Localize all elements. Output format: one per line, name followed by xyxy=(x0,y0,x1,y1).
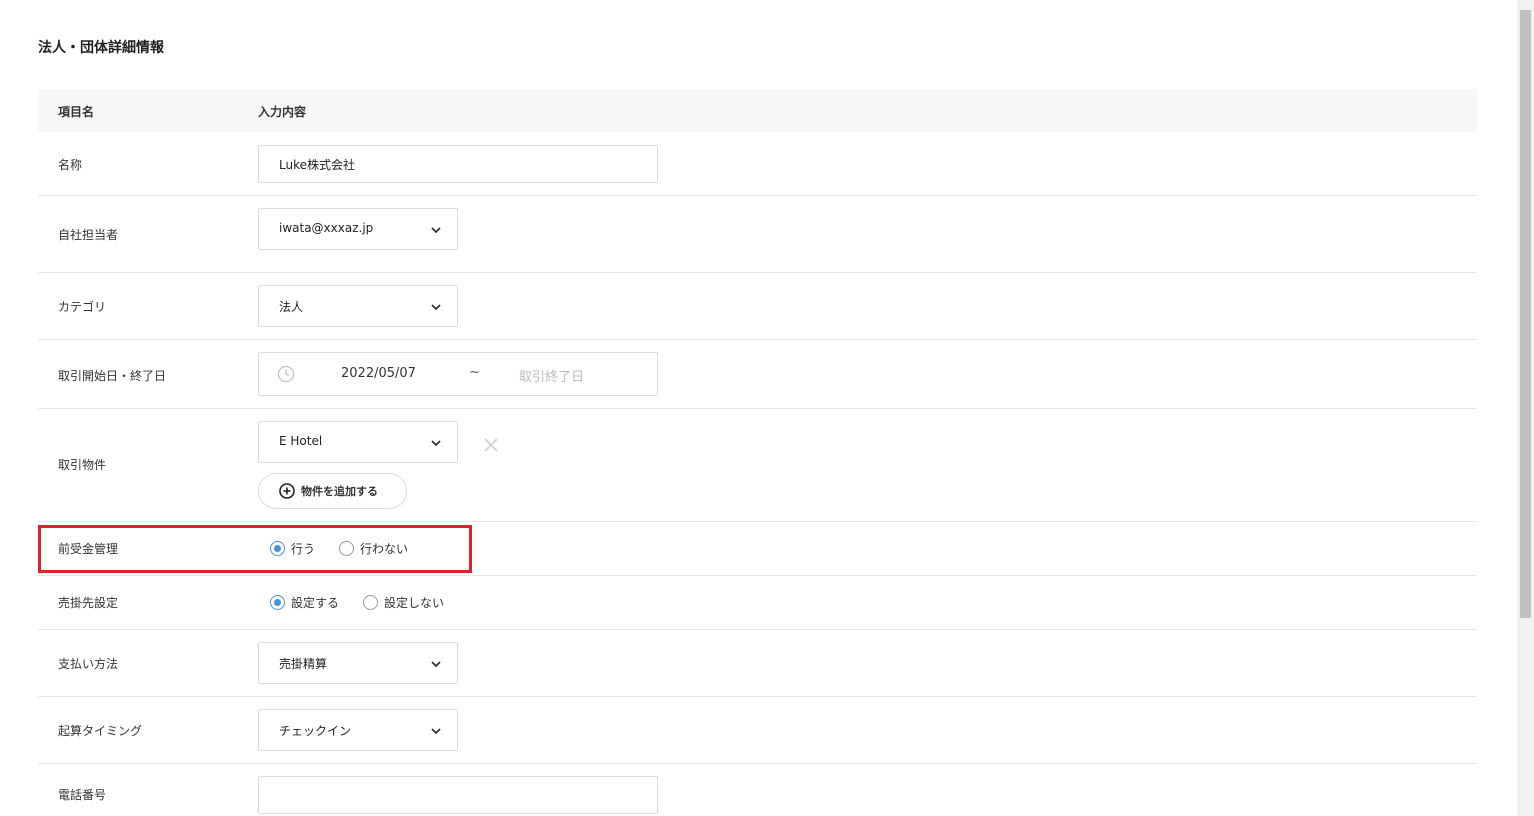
start-date-input[interactable]: 2022/05/07 xyxy=(341,366,416,381)
table-header: 項目名 入力内容 xyxy=(38,89,1477,132)
timing-value: チェックイン xyxy=(279,724,352,738)
row-timing: 起算タイミング チェックイン xyxy=(38,697,1477,764)
highlight-box xyxy=(38,525,472,573)
chevron-down-icon xyxy=(431,227,441,234)
chevron-down-icon xyxy=(431,728,441,735)
phone-label: 電話番号 xyxy=(58,788,107,802)
payment-method-value: 売掛精算 xyxy=(279,657,328,671)
name-value: Luke株式会社 xyxy=(279,158,355,172)
category-label: カテゴリ xyxy=(58,300,107,314)
end-date-input[interactable]: 取引終了日 xyxy=(519,366,584,385)
owner-label: 自社担当者 xyxy=(58,228,119,242)
chevron-down-icon xyxy=(431,304,441,311)
phone-input[interactable] xyxy=(258,776,658,814)
row-owner: 自社担当者 iwata@xxxaz.jp xyxy=(38,196,1477,273)
owner-value: iwata@xxxaz.jp xyxy=(279,221,374,235)
property-label: 取引物件 xyxy=(58,458,107,472)
scrollbar-thumb[interactable] xyxy=(1520,10,1531,618)
plus-circle-icon xyxy=(279,483,295,499)
period-label: 取引開始日・終了日 xyxy=(58,369,167,383)
property-select[interactable]: E Hotel xyxy=(258,421,458,463)
timing-select[interactable]: チェックイン xyxy=(258,709,458,751)
timing-label: 起算タイミング xyxy=(58,724,143,738)
row-receivable: 売掛先設定 設定する 設定しない xyxy=(38,576,1477,630)
property-value: E Hotel xyxy=(279,434,323,448)
chevron-down-icon xyxy=(431,440,441,447)
vertical-scrollbar[interactable] xyxy=(1517,0,1534,816)
receivable-label: 売掛先設定 xyxy=(58,596,119,610)
payment-method-select[interactable]: 売掛精算 xyxy=(258,642,458,684)
category-value: 法人 xyxy=(279,300,304,314)
row-payment-method: 支払い方法 売掛精算 xyxy=(38,630,1477,697)
row-phone: 電話番号 xyxy=(38,764,1477,816)
payment-method-label: 支払い方法 xyxy=(58,657,119,671)
row-period: 取引開始日・終了日 2022/05/07 ~ 取引終了日 xyxy=(38,340,1477,409)
owner-select[interactable]: iwata@xxxaz.jp xyxy=(258,208,458,250)
date-range-picker[interactable]: 2022/05/07 ~ 取引終了日 xyxy=(258,352,658,396)
name-input[interactable]: Luke株式会社 xyxy=(258,145,658,183)
name-label: 名称 xyxy=(58,158,83,172)
receivable-radio-group: 設定する 設定しない xyxy=(270,594,468,611)
header-input: 入力内容 xyxy=(258,105,307,119)
chevron-down-icon xyxy=(431,661,441,668)
add-property-button[interactable]: 物件を追加する xyxy=(258,473,407,509)
row-property: 取引物件 E Hotel 物件を追加する xyxy=(38,409,1477,522)
add-property-label: 物件を追加する xyxy=(301,485,378,498)
remove-property-icon[interactable] xyxy=(483,437,499,453)
clock-icon xyxy=(277,365,295,383)
row-category: カテゴリ 法人 xyxy=(38,273,1477,340)
header-item-name: 項目名 xyxy=(58,105,95,119)
category-select[interactable]: 法人 xyxy=(258,285,458,327)
page-title: 法人・団体詳細情報 xyxy=(38,40,164,56)
receivable-radio-unset[interactable]: 設定しない xyxy=(363,594,444,611)
range-separator: ~ xyxy=(469,365,480,380)
row-name: 名称 Luke株式会社 xyxy=(38,132,1477,196)
receivable-radio-set[interactable]: 設定する xyxy=(270,594,339,611)
